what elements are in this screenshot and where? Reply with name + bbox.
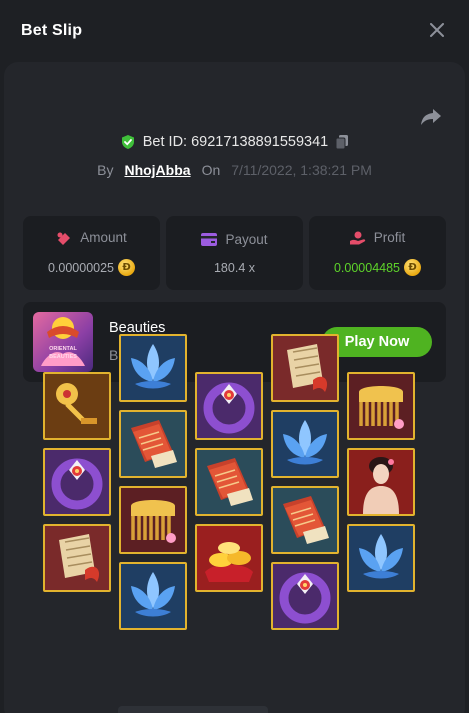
slot-symbol-ring [271, 562, 339, 630]
stat-profit: Profit 0.00004485 Ð [309, 216, 446, 290]
slot-symbol-comb [347, 372, 415, 440]
slot-symbol-lotus [271, 410, 339, 478]
slot-symbol-book [119, 410, 187, 478]
stat-value: 0.00004485 [333, 260, 401, 275]
stat-value: 0.00000025 [47, 260, 115, 275]
oriental-beauties-logo [41, 317, 85, 366]
slot-symbol-gold [195, 524, 263, 592]
share-icon [421, 109, 441, 125]
username-link[interactable]: NhojAbba [124, 162, 190, 178]
scroll-indicator[interactable] [118, 706, 268, 713]
slot-symbol-book [195, 448, 263, 516]
slot-symbol-lotus [347, 524, 415, 592]
doge-coin-icon: Ð [118, 259, 136, 276]
slot-symbol-lotus [119, 334, 187, 402]
game-thumbnail[interactable]: ORIENTAL BEAUTIES [33, 312, 93, 372]
modal-title: Bet Slip [21, 22, 83, 39]
bet-owner-row: By NhojAbba On 7/11/2022, 1:38:21 PM [4, 162, 465, 178]
slot-symbol-lotus [119, 562, 187, 630]
bet-id-row: Bet ID: 69217138891559341 [4, 134, 465, 150]
bet-id: Bet ID: 69217138891559341 [142, 134, 329, 150]
profit-icon [349, 231, 365, 244]
shield-check-icon [121, 135, 134, 149]
slot-symbol-scroll [43, 524, 111, 592]
slot-symbol-ring [43, 448, 111, 516]
thumb-title-bottom: BEAUTIES [49, 354, 77, 360]
slot-symbol-pin [43, 372, 111, 440]
stat-amount: Amount 0.00000025 Ð [23, 216, 160, 290]
bet-card: Bet ID: 69217138891559341 By NhojAbba On… [4, 62, 465, 713]
stat-value: 180.4 x [213, 260, 255, 275]
modal-header: Bet Slip [0, 0, 469, 62]
doge-coin-icon: Ð [404, 259, 422, 276]
slot-symbol-scroll [271, 334, 339, 402]
bet-slip-modal: Bet Slip Bet ID: 69217138891559341 By Nh… [0, 0, 469, 713]
bet-date: 7/11/2022, 1:38:21 PM [231, 162, 372, 178]
close-icon [430, 23, 444, 37]
slot-symbol-ring [195, 372, 263, 440]
stat-label: Profit [373, 230, 406, 245]
thumb-title-top: ORIENTAL [49, 346, 77, 352]
slot-symbol-comb [119, 486, 187, 554]
amount-icon [57, 232, 71, 245]
stat-payout: Payout 180.4 x [166, 216, 303, 290]
payout-icon [201, 232, 218, 246]
stats-row: Amount 0.00000025 Ð Payout 180.4 x Profi… [23, 216, 446, 290]
by-label: By [97, 162, 114, 178]
share-button[interactable] [419, 104, 443, 128]
stat-label: Payout [225, 231, 268, 247]
slot-symbol-book [271, 486, 339, 554]
slot-symbol-lady [347, 448, 415, 516]
on-label: On [201, 162, 221, 178]
game-panel: ORIENTAL BEAUTIES Beauties BC Original P… [23, 302, 446, 382]
stat-label: Amount [80, 230, 127, 245]
close-button[interactable] [427, 20, 447, 40]
copy-icon[interactable] [335, 134, 349, 150]
